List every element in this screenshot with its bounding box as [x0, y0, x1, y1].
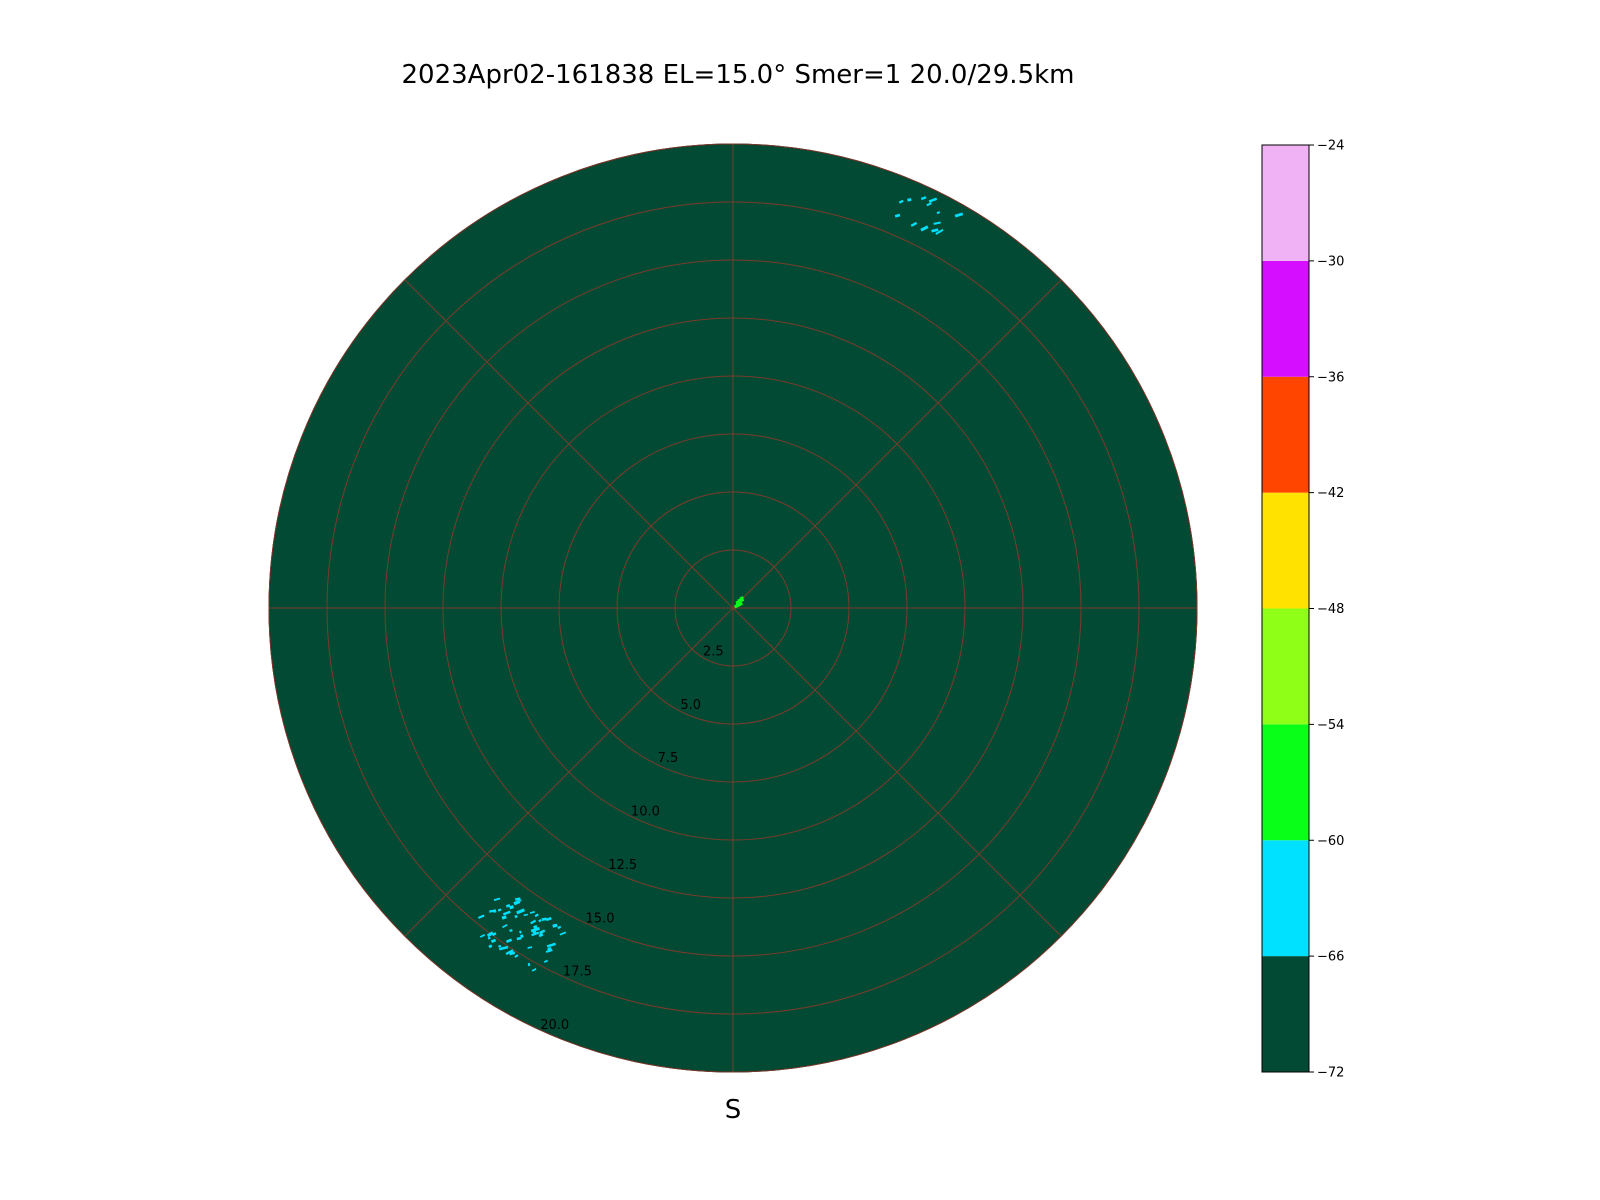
- radial-tick-label: 17.5: [563, 965, 592, 980]
- colorbar-tick-label: −66: [1317, 950, 1344, 965]
- colorbar-segment: [1262, 956, 1309, 1072]
- colorbar-tick-label: −42: [1317, 486, 1344, 501]
- colorbar-segment: [1262, 260, 1309, 377]
- colorbar-tick-label: −60: [1317, 834, 1344, 849]
- radar-chart: 2.5 5.0 7.5 10.0 12.5 15.0 17.5 20.0 S −72 −66 −60…: [268, 139, 1344, 1125]
- radial-tick-label: 10.0: [631, 805, 660, 820]
- colorbar-tick-label: −24: [1317, 139, 1344, 154]
- radial-tick-label: 2.5: [703, 644, 724, 659]
- radar-plot: 2.5 5.0 7.5 10.0 12.5 15.0 17.5 20.0 S: [268, 143, 1198, 1125]
- direction-label: S: [725, 1095, 742, 1125]
- radial-tick-label: 15.0: [586, 911, 615, 926]
- colorbar-segment: [1262, 376, 1309, 493]
- colorbar-tick-label: −54: [1317, 718, 1344, 733]
- colorbar-segment: [1262, 145, 1309, 261]
- colorbar-segment: [1262, 840, 1309, 957]
- colorbar-segment: [1262, 608, 1309, 725]
- radial-tick-label: 5.0: [680, 698, 701, 713]
- colorbar-tick-label: −30: [1317, 254, 1344, 269]
- colorbar-tick-label: −36: [1317, 370, 1344, 385]
- colorbar-segment: [1262, 492, 1309, 609]
- radial-tick-label: 12.5: [608, 858, 637, 873]
- radial-tick-label: 20.0: [540, 1018, 569, 1033]
- colorbar: −72 −66 −60 −54 −48 −42 −36 −30 −24: [1261, 139, 1344, 1081]
- colorbar-tick-label: −72: [1317, 1066, 1344, 1081]
- colorbar-tick-label: −48: [1317, 602, 1344, 617]
- colorbar-segment: [1262, 724, 1309, 841]
- radial-tick-label: 7.5: [658, 751, 679, 766]
